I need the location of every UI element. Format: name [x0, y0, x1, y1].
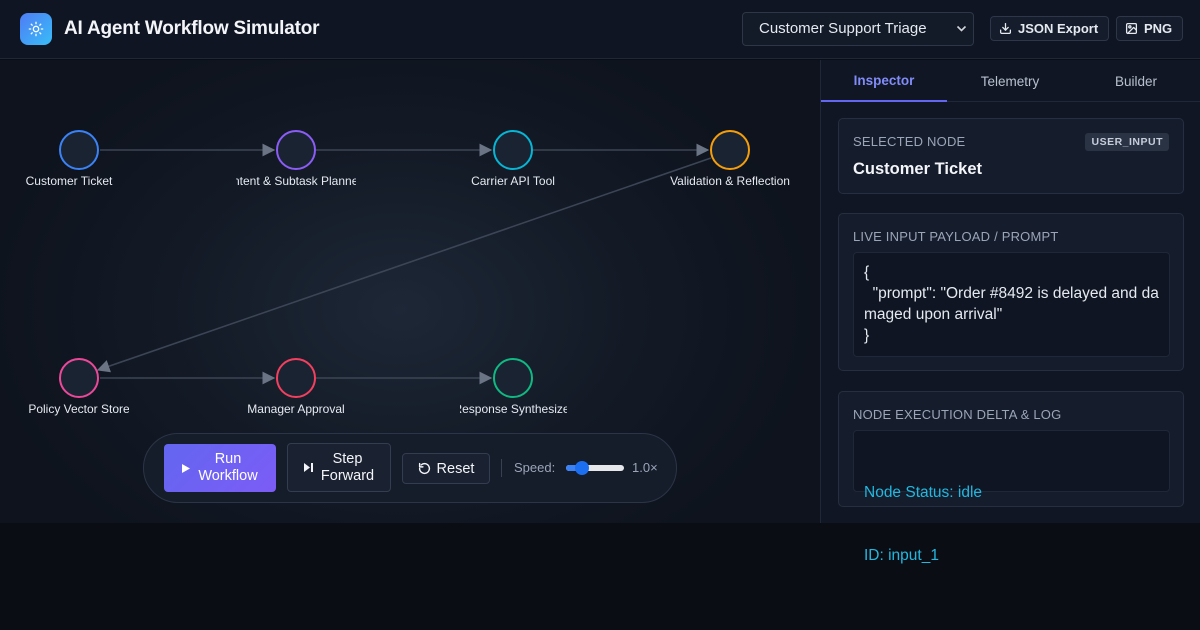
tab-telemetry[interactable]: Telemetry	[947, 60, 1073, 102]
tab-inspector[interactable]: Inspector	[821, 60, 947, 102]
edge-4	[96, 157, 712, 373]
refresh-icon	[418, 462, 430, 475]
selected-node-title: SELECTED NODE	[853, 134, 966, 149]
node-type-badge: USER_INPUT	[1085, 133, 1169, 151]
logo	[20, 13, 52, 45]
json-export-label: JSON Export	[1018, 21, 1099, 36]
node-id-line: ID: input_1	[864, 547, 939, 564]
json-export-button[interactable]: JSON Export	[990, 16, 1110, 41]
selected-node-name: Customer Ticket	[853, 160, 982, 178]
node-label: Policy Vector Store	[29, 402, 129, 416]
speed-slider[interactable]	[566, 461, 624, 475]
speed-slider-thumb[interactable]	[574, 461, 589, 475]
selected-node-card: SELECTED NODE USER_INPUT Customer Ticket	[838, 118, 1184, 194]
play-icon	[182, 463, 191, 473]
execution-log-card: NODE EXECUTION DELTA & LOG Node Status: …	[838, 391, 1184, 564]
node-label: Manager Approval	[247, 402, 345, 416]
tab-builder[interactable]: Builder	[1073, 60, 1199, 102]
scenario-select-value: Customer Support Triage	[759, 20, 927, 37]
sun-icon	[28, 21, 44, 37]
node-response-synthesizer[interactable]	[493, 358, 533, 398]
scenario-select[interactable]: Customer Support Triage	[742, 12, 974, 46]
node-label: Carrier API Tool	[471, 174, 555, 188]
run-workflow-label: Run Workflow	[198, 451, 258, 484]
app-title: AI Agent Workflow Simulator	[64, 18, 320, 39]
top-header: AI Agent Workflow Simulator Customer Sup…	[0, 0, 1200, 59]
controls-divider	[501, 459, 502, 477]
node-intent-planner[interactable]	[276, 130, 316, 170]
node-customer-ticket[interactable]	[59, 130, 99, 170]
node-validation-reflection[interactable]	[710, 130, 750, 170]
node-status-line: Node Status: idle	[864, 484, 983, 501]
node-label: Validation & Reflection	[670, 174, 790, 188]
chevron-down-icon	[956, 13, 967, 58]
workflow-canvas[interactable]: Customer Ticket Intent & Subtask Planner…	[0, 60, 820, 523]
panel-tabs: Inspector Telemetry Builder	[821, 60, 1200, 102]
app-root: AI Agent Workflow Simulator Customer Sup…	[0, 0, 1200, 630]
download-icon	[999, 22, 1012, 35]
execution-log-title: NODE EXECUTION DELTA & LOG	[853, 407, 1062, 422]
reset-label: Reset	[436, 460, 475, 477]
execution-log-content: Node Status: idle ID: input_1	[853, 430, 1170, 564]
payload-title: LIVE INPUT PAYLOAD / PROMPT	[853, 229, 1059, 244]
step-forward-label: Step Forward	[320, 450, 375, 484]
node-label: Customer Ticket	[25, 174, 113, 188]
inspector-panel: Inspector Telemetry Builder SELECTED NOD…	[820, 60, 1200, 564]
reset-button[interactable]: Reset	[402, 453, 490, 484]
png-export-button[interactable]: PNG	[1116, 16, 1184, 41]
node-label: Response Synthesizer	[460, 402, 567, 416]
node-policy-vector-store[interactable]	[59, 358, 99, 398]
node-manager-approval[interactable]	[276, 358, 316, 398]
image-icon	[1125, 22, 1138, 35]
node-carrier-api-tool[interactable]	[493, 130, 533, 170]
payload-card: LIVE INPUT PAYLOAD / PROMPT { "prompt": …	[838, 213, 1184, 371]
run-workflow-button[interactable]: Run Workflow	[164, 444, 276, 492]
payload-content[interactable]: { "prompt": "Order #8492 is delayed and …	[853, 252, 1170, 357]
speed-value: 1.0×	[632, 460, 658, 475]
node-label: Intent & Subtask Planner	[236, 174, 356, 188]
playback-controls: Run Workflow Step Forward Reset Speed: 1…	[143, 433, 677, 503]
speed-label: Speed:	[514, 460, 556, 475]
png-export-label: PNG	[1144, 21, 1173, 36]
step-forward-button[interactable]: Step Forward	[287, 443, 391, 492]
skip-forward-icon	[303, 463, 313, 472]
